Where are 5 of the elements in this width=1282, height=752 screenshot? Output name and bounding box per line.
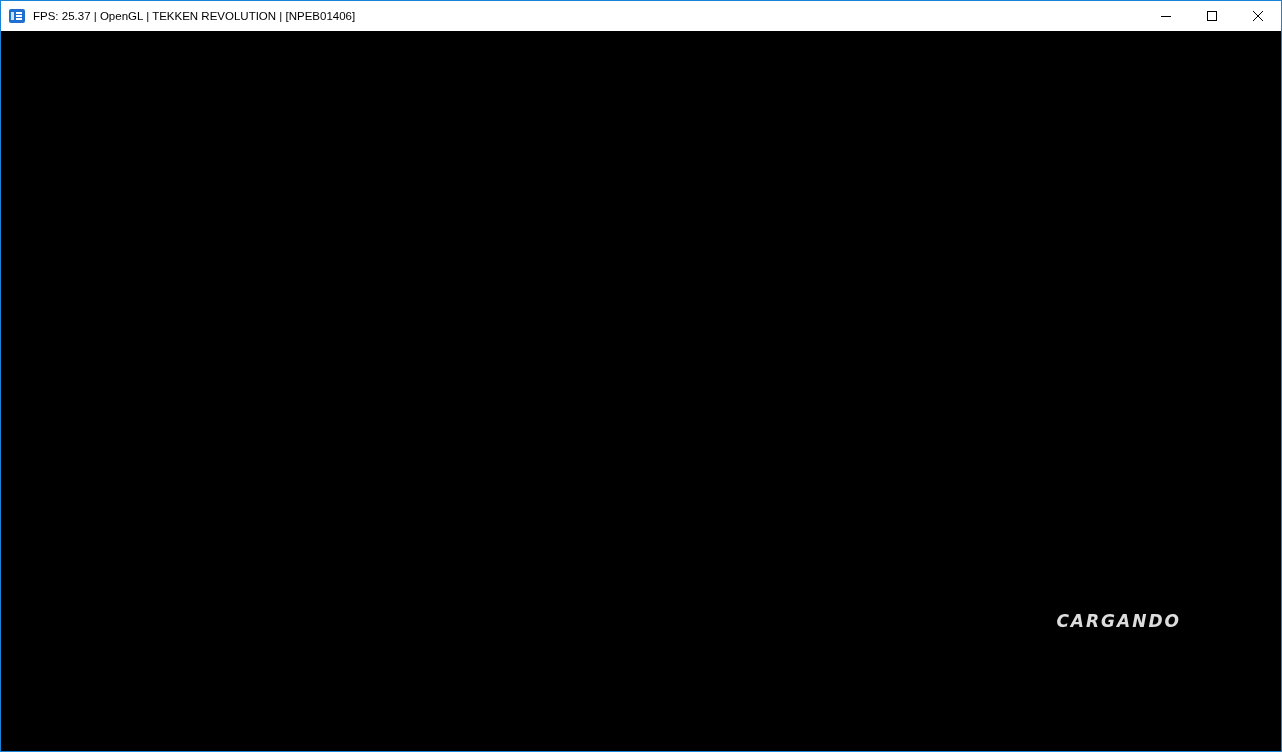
app-icon bbox=[9, 9, 25, 23]
maximize-icon bbox=[1207, 11, 1217, 21]
window-title: FPS: 25.37 | OpenGL | TEKKEN REVOLUTION | [NPEB01406] bbox=[33, 10, 356, 22]
loading-text: CARGANDO bbox=[1056, 611, 1181, 633]
close-icon bbox=[1253, 11, 1263, 21]
